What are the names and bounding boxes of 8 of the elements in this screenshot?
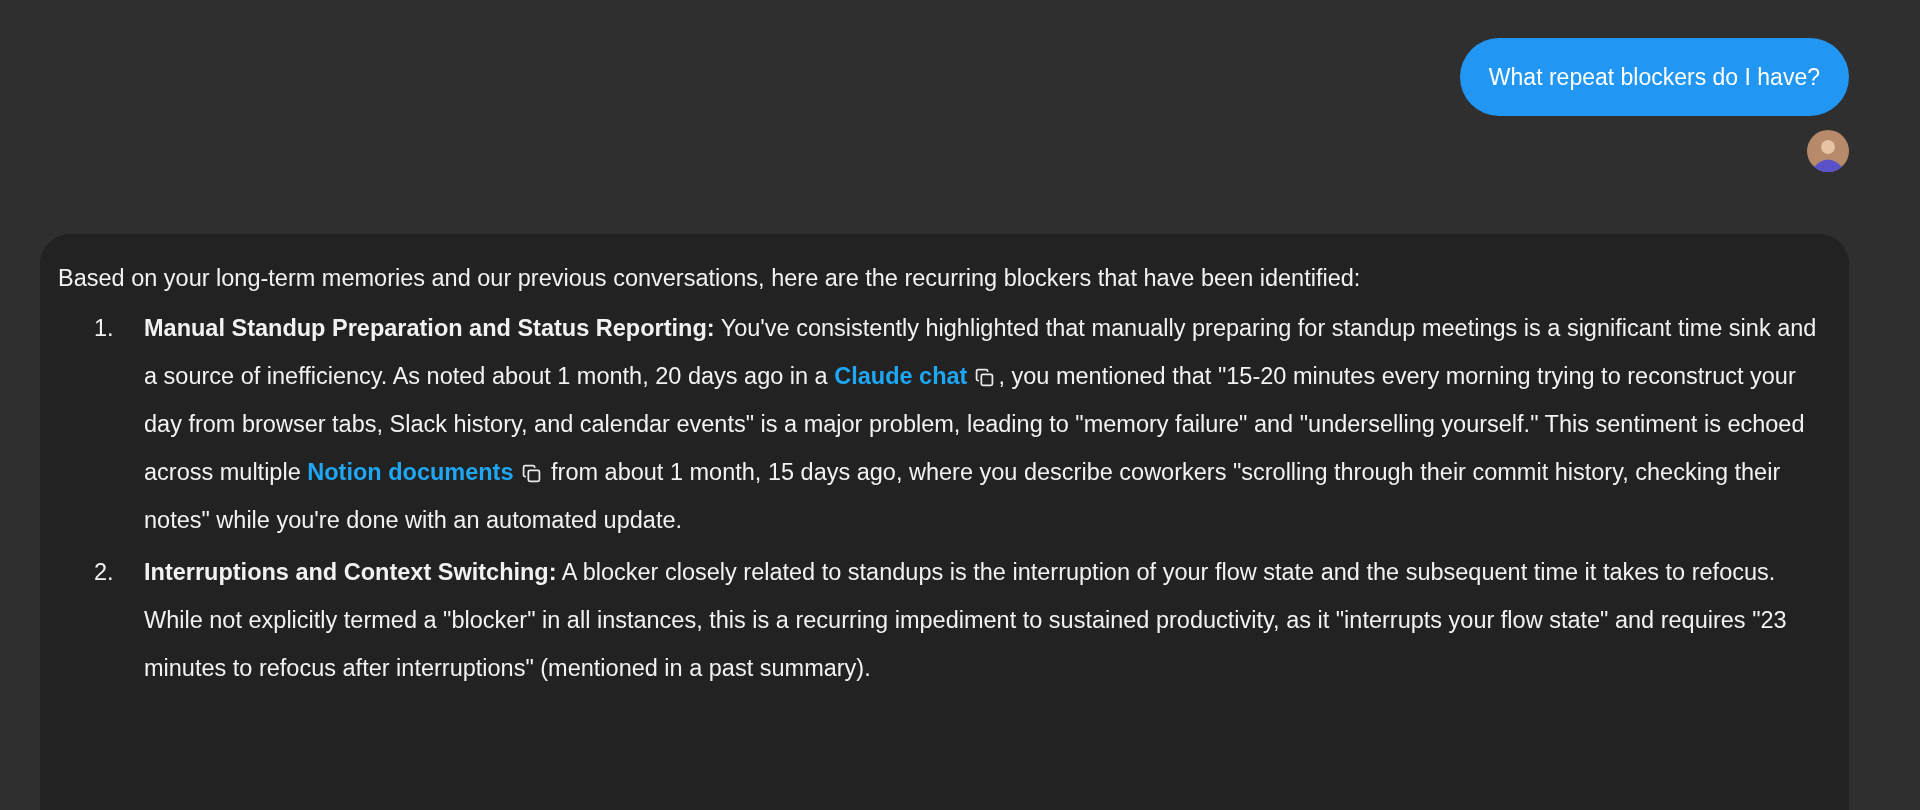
intro-text: Based on your long-term memories and our previous conversations, here are the recurring blockers that have been identified: [58,264,1362,293]
list-number: 2. [93,558,115,587]
list-item-text: Interruptions and Context Switching: A blocker closely related to standups is the interruption of your flow state and the subsequent time it takes to refocus. While not explicitly termed a "blocker" in all instances, this is a recurring impediment to sustained productivity, as it "interrupts your flow state" and requires "23 minutes to refocus after interruptions" (mentioned in a past summary). [144,558,1788,683]
user-message-bubble: What repeat blockers do I have? [1459,38,1849,116]
source-link[interactable]: Notion documents [307,459,514,485]
list-item-text: Manual Standup Preparation and Status Reporting: You've consistently highlighted that manually preparing for standup meetings is a significant time sink and a source of inefficiency. As noted about 1 month, 20 days ago in a Claude chat , you mentioned that "15-20 minutes every morning trying to reconstruct your day from browser tabs, Slack history, and calendar events" is a major problem, leading to "memory failure" and "underselling yourself." This sentiment is echoed across multiple Notion documents from about 1 month, 15 days ago, where you describe coworkers "scrolling through their commit history, checking their notes" while you're done with an automated update. [144,314,1818,535]
list-number: 1. [93,314,115,343]
source-link[interactable]: Claude chat [834,363,968,389]
